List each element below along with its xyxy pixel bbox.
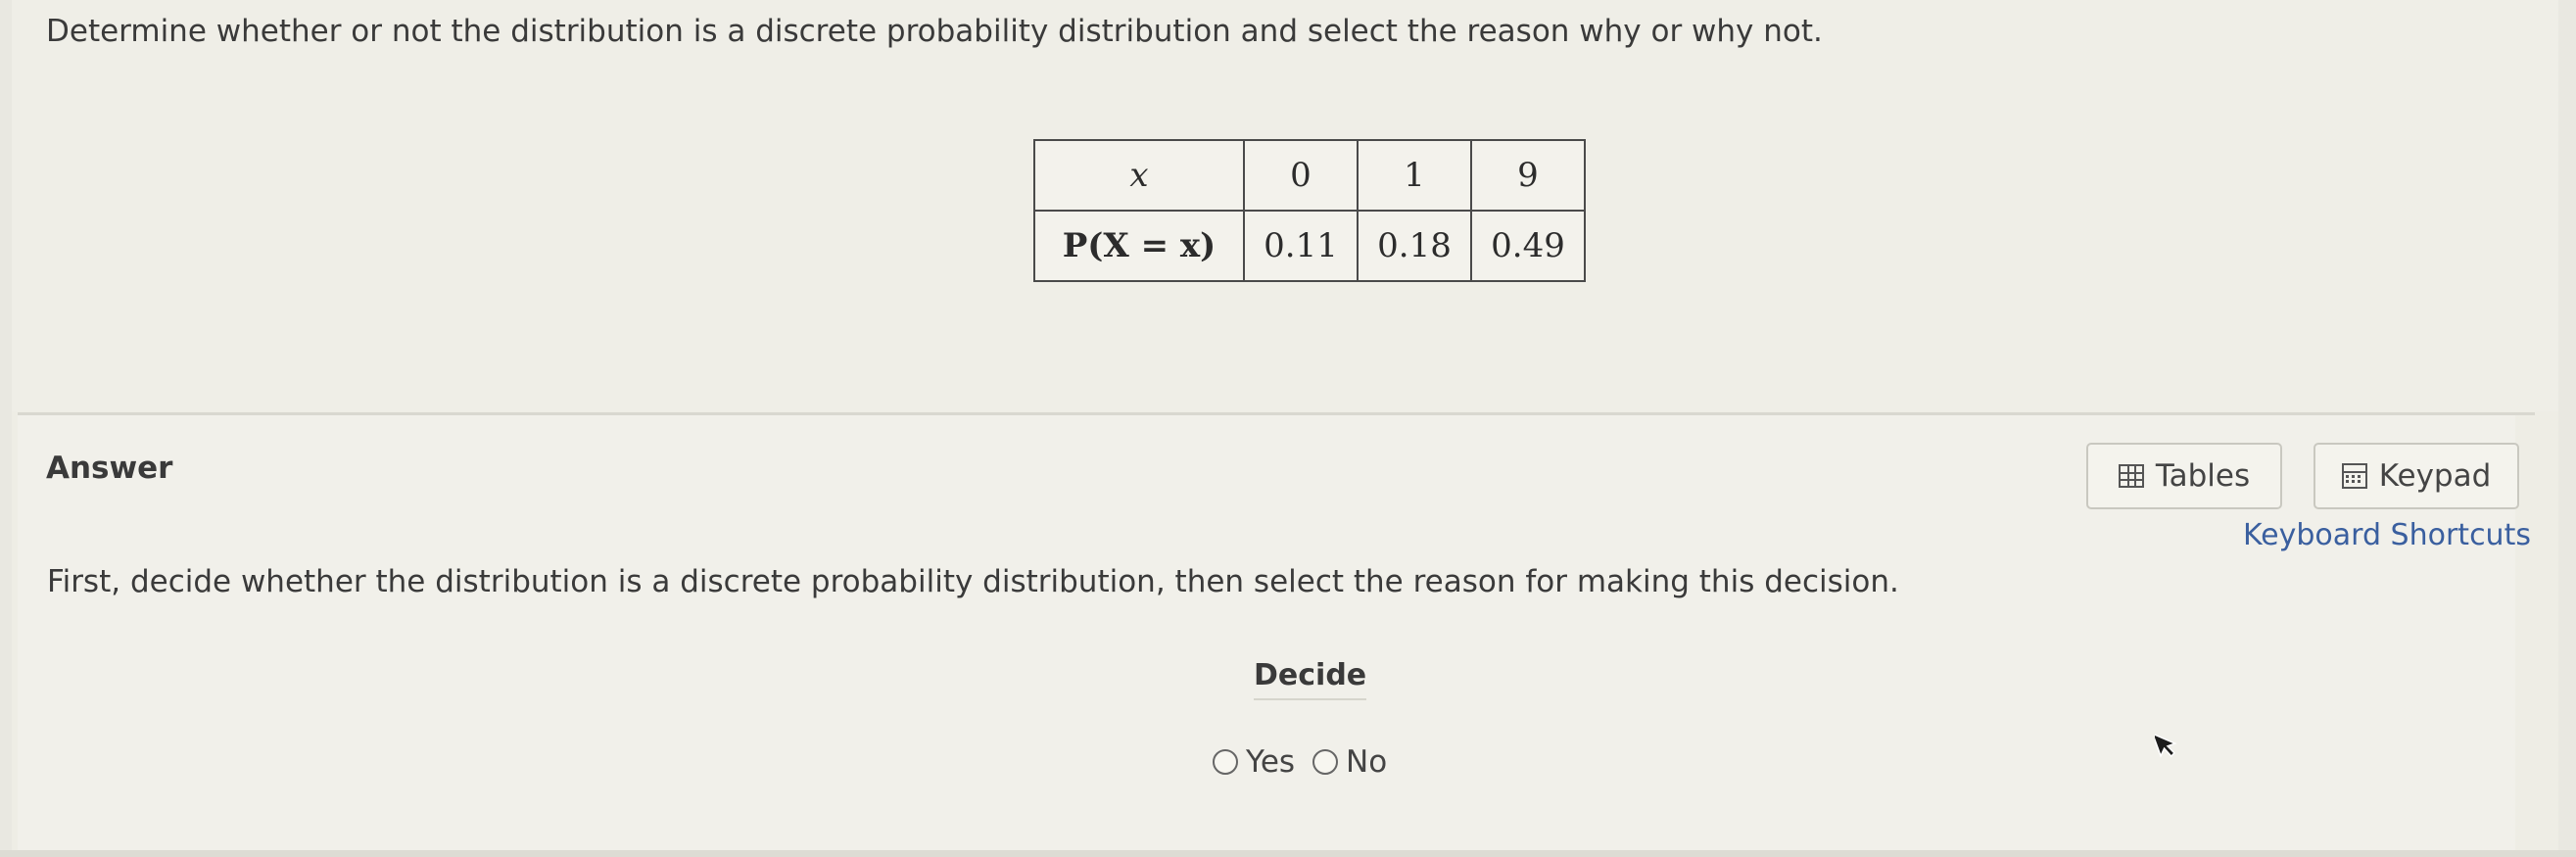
x-row-header: x [1033, 139, 1245, 212]
probability-value-cell: 0.18 [1357, 210, 1472, 282]
keypad-button-label: Keypad [2378, 458, 2492, 494]
table-grid-icon [2118, 464, 2144, 488]
question-text: Determine whether or not the distributio… [46, 14, 1823, 49]
yes-option-label[interactable]: Yes [1246, 744, 1295, 780]
x-value-cell: 1 [1357, 139, 1472, 212]
radio-circle-icon[interactable] [1312, 749, 1339, 775]
yes-option[interactable]: Yes [1213, 744, 1295, 780]
keyboard-shortcuts-link[interactable]: Keyboard Shortcuts [2243, 518, 2531, 552]
decide-radio-group: Yes No [1213, 744, 1405, 780]
instruction-text: First, decide whether the distribution i… [47, 564, 1899, 599]
table-row: x 0 1 9 [1033, 139, 1586, 212]
keypad-icon [2341, 463, 2367, 489]
no-option-label[interactable]: No [1346, 744, 1387, 780]
no-option[interactable]: No [1312, 744, 1387, 780]
tables-button[interactable]: Tables [2086, 443, 2282, 509]
decide-label: Decide [1254, 658, 1367, 700]
table-row: P(X = x) 0.11 0.18 0.49 [1033, 210, 1586, 282]
radio-circle-icon[interactable] [1213, 749, 1238, 775]
x-value-cell: 0 [1243, 139, 1359, 212]
probability-value-cell: 0.11 [1243, 210, 1359, 282]
probability-row-header: P(X = x) [1033, 210, 1245, 282]
bottom-edge [0, 850, 2576, 857]
probability-value-cell: 0.49 [1470, 210, 1586, 282]
distribution-table: x 0 1 9 P(X = x) 0.11 0.18 0.49 [1033, 139, 1586, 282]
x-value-cell: 9 [1470, 139, 1586, 212]
tables-button-label: Tables [2155, 458, 2251, 494]
mouse-pointer-icon [2155, 732, 2177, 758]
answer-heading: Answer [46, 451, 173, 486]
keypad-button[interactable]: Keypad [2314, 443, 2519, 509]
